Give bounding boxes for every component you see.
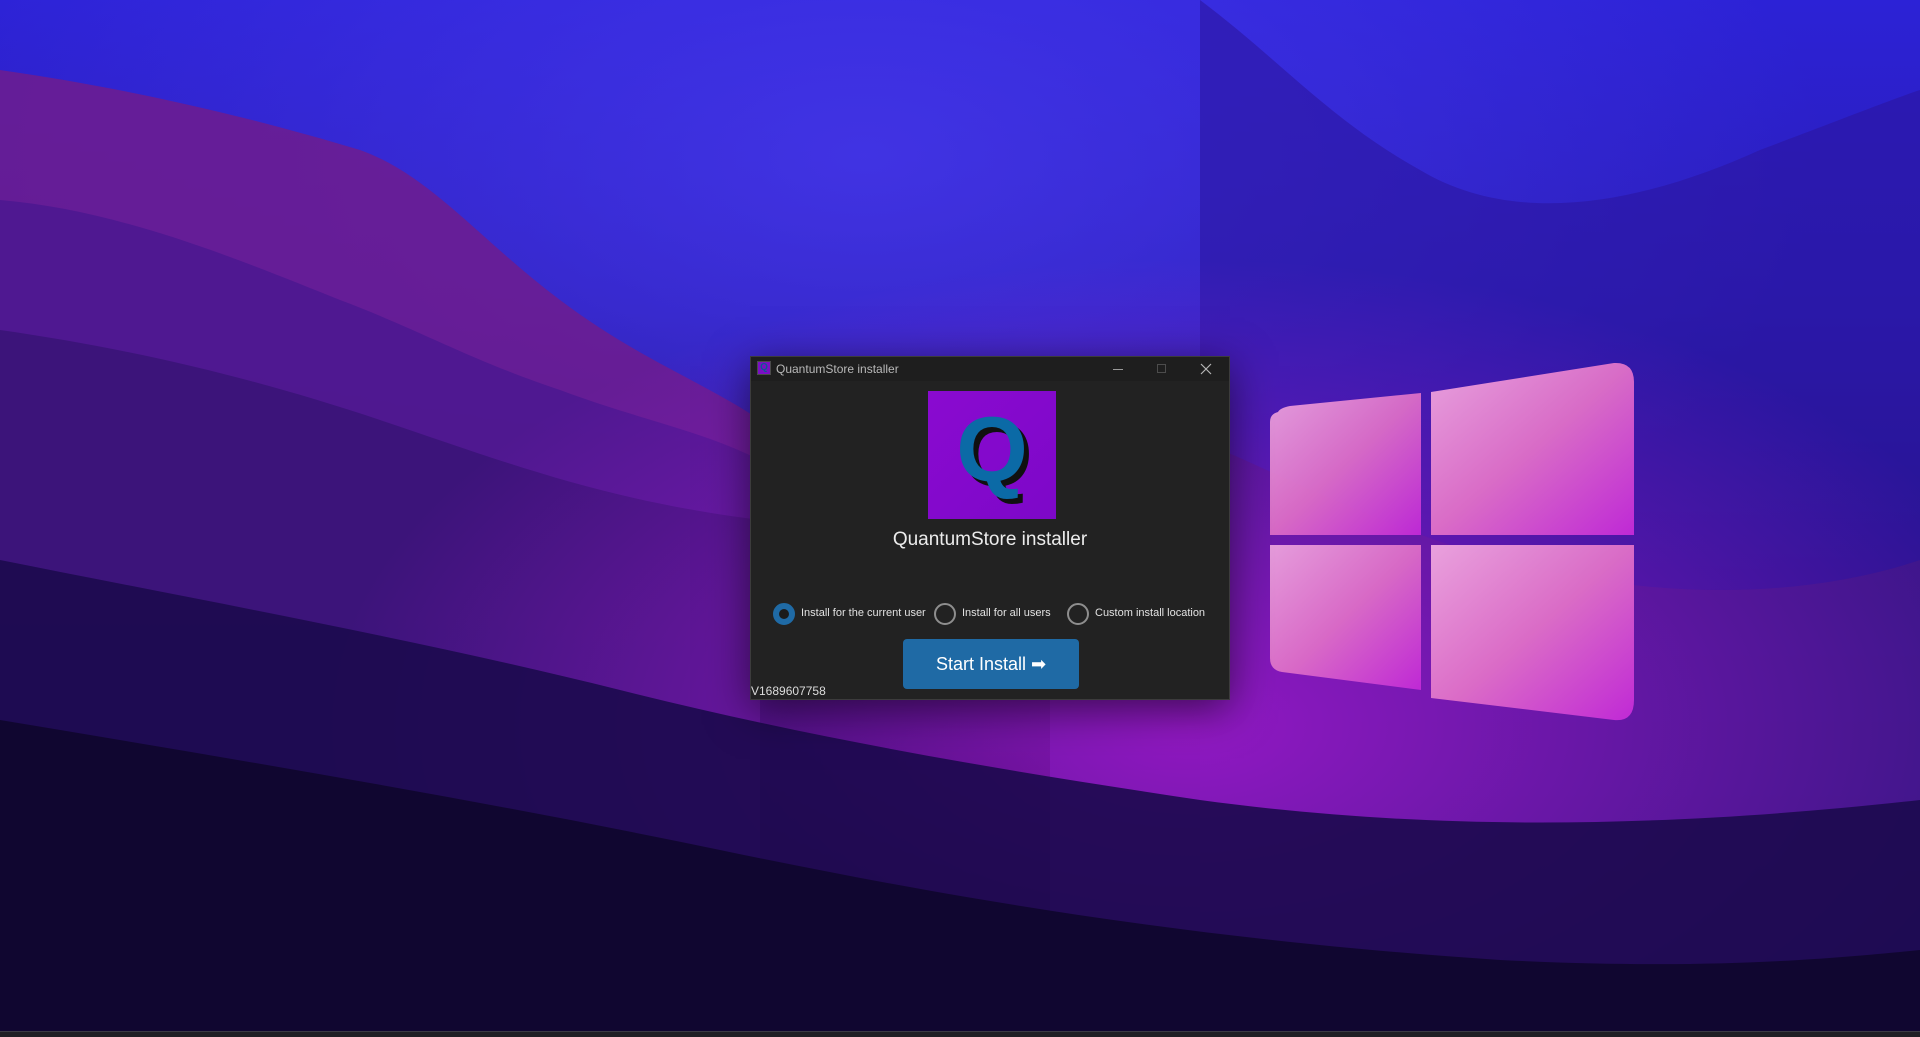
radio-custom-location[interactable] [1067,603,1089,625]
title-bar[interactable]: Q QuantumStore installer [751,357,1229,381]
option-label-custom-location: Custom install location [1095,607,1206,619]
app-logo-letter: Q [956,399,1028,501]
version-label: V1689607758 [751,684,826,698]
install-options: Install for the current user Install for… [773,603,1223,625]
app-logo: Q [928,391,1056,519]
minimize-button[interactable] [1095,357,1141,381]
close-button[interactable] [1183,357,1229,381]
maximize-button[interactable] [1139,357,1185,381]
taskbar-edge [0,1031,1920,1037]
window-title: QuantumStore installer [776,362,899,376]
close-icon [1200,363,1212,375]
desktop: Q QuantumStore installer Q QuantumStore … [0,0,1920,1037]
installer-window: Q QuantumStore installer Q QuantumStore … [750,356,1230,700]
radio-all-users[interactable] [934,603,956,625]
installer-heading: QuantumStore installer [892,529,1088,550]
option-label-current-user: Install for the current user [801,607,926,619]
start-install-button[interactable]: Start Install ➡ [903,639,1079,689]
option-label-all-users: Install for all users [962,607,1051,619]
radio-current-user[interactable] [773,603,795,625]
app-icon: Q [757,361,771,375]
windows-logo-icon [1270,362,1634,721]
